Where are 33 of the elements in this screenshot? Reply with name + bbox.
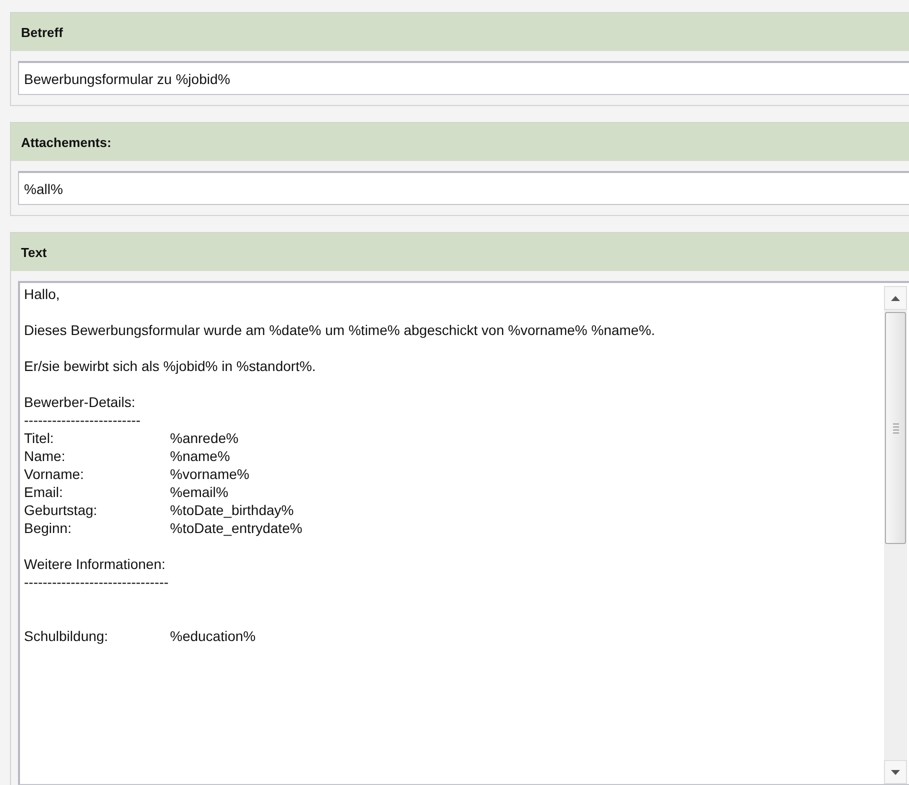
section-title: Text (21, 244, 47, 260)
text-input-field[interactable]: Bewerbungsformular zu %jobid% (18, 61, 909, 95)
section-title: Attachements: (21, 134, 112, 150)
field-placeholder: %email% (170, 483, 228, 501)
text-line: ------------------------- (24, 411, 141, 429)
down-arrow-icon (891, 770, 900, 774)
up-arrow-icon (891, 296, 900, 300)
field-placeholder: %anrede% (170, 429, 238, 447)
text-line: Er/sie bewirbt sich als %jobid% in %standort%. (24, 357, 316, 375)
field-placeholder: %toDate_entrydate% (170, 519, 302, 537)
field-label: Titel: (24, 429, 55, 447)
section-title: Betreff (21, 24, 63, 40)
scrollbar-thumb[interactable] (885, 312, 906, 544)
text-line: Hallo, (24, 285, 60, 303)
field-placeholder: %vorname% (170, 465, 250, 483)
field-placeholder: %name% (170, 447, 230, 465)
field-placeholder: %toDate_birthday% (170, 501, 294, 519)
field-label: Vorname: (24, 465, 85, 483)
grip-icon (892, 422, 898, 434)
field-label: Name: (24, 447, 66, 465)
field-placeholder: %education% (170, 627, 256, 645)
scroll-up-button[interactable] (884, 286, 907, 310)
scroll-down-button[interactable] (884, 760, 907, 784)
field-label: Schulbildung: (24, 627, 110, 645)
text-line: Bewerber-Details: (24, 393, 136, 411)
field-label: Geburtstag: (24, 501, 98, 519)
text-line: Weitere Informationen: (24, 555, 166, 573)
text-line: Dieses Bewerbungsformular wurde am %date% um %time% abgeschickt von %vorname% %name%. (24, 321, 656, 339)
text-input-field[interactable]: %all% (18, 171, 909, 205)
scrollbar[interactable] (884, 286, 907, 784)
field-label: Email: (24, 483, 64, 501)
text-line: ------------------------------- (24, 573, 169, 591)
field-label: Beginn: (24, 519, 72, 537)
